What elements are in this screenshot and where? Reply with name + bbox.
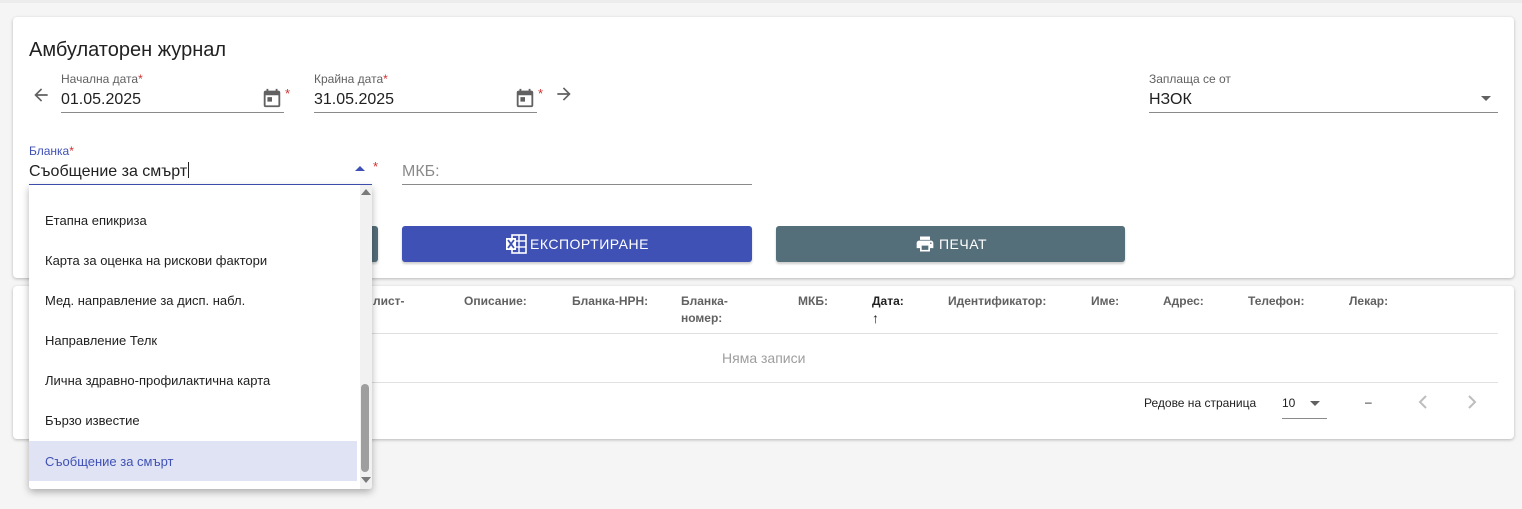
option-telk-referral[interactable]: Направление Телк xyxy=(29,320,357,360)
column-header[interactable]: МКБ: xyxy=(798,293,828,310)
excel-icon xyxy=(506,234,527,254)
table-divider xyxy=(372,333,1498,334)
page-range: – xyxy=(1365,395,1372,409)
scroll-up-icon[interactable] xyxy=(361,189,371,195)
option-stage-epicrisis[interactable]: Етапна епикриза xyxy=(29,200,357,240)
column-header[interactable]: Описание: xyxy=(464,293,527,310)
required-marker: * xyxy=(538,86,544,101)
payer-label: Заплаща се от xyxy=(1149,72,1231,86)
column-header-date[interactable]: Дата: ↑ xyxy=(872,293,904,327)
start-date-field[interactable]: Начална дата* 01.05.2025 xyxy=(61,72,284,114)
calendar-icon[interactable] xyxy=(514,87,536,109)
empty-state: Няма записи xyxy=(722,350,806,366)
required-marker: * xyxy=(373,159,379,174)
option-prophylactic-card[interactable]: Лична здравно-профилактична карта xyxy=(29,360,357,400)
mkb-field[interactable]: МКБ: xyxy=(402,160,752,186)
start-date-label: Начална дата xyxy=(61,72,139,86)
option-death-notice[interactable]: Съобщение за смърт xyxy=(29,441,357,481)
end-date-label: Крайна дата xyxy=(314,72,384,86)
payer-value: НЗОК xyxy=(1149,91,1192,108)
chevron-left-icon[interactable] xyxy=(1415,391,1431,419)
column-header[interactable]: Име: xyxy=(1091,293,1119,310)
export-button[interactable]: ЕКСПОРТИРАНЕ xyxy=(402,226,752,262)
form-options-list: Етапна епикриза Карта за оценка на риско… xyxy=(29,185,372,489)
chevron-up-icon[interactable] xyxy=(355,166,365,171)
calendar-icon[interactable] xyxy=(261,87,283,109)
page-title: Амбулаторен журнал xyxy=(29,39,227,61)
form-select[interactable]: Бланка* Съобщение за смърт xyxy=(29,144,372,186)
export-label: ЕКСПОРТИРАНЕ xyxy=(530,236,649,252)
payer-select[interactable]: Заплаща се от НЗОК xyxy=(1149,72,1498,114)
chevron-right-icon[interactable] xyxy=(1464,391,1480,419)
text-cursor xyxy=(188,162,190,178)
sort-arrow-up-icon: ↑ xyxy=(872,310,879,326)
column-header[interactable]: Лекар: xyxy=(1349,293,1388,310)
chevron-down-icon[interactable] xyxy=(1310,401,1320,406)
arrow-left-icon[interactable] xyxy=(31,85,51,109)
column-header[interactable]: Бланка-НРН: xyxy=(572,293,648,310)
print-label: ПЕЧАТ xyxy=(938,236,988,252)
start-date-value[interactable]: 01.05.2025 xyxy=(61,91,141,109)
option-risk-factors-card[interactable]: Карта за оценка на рискови фактори xyxy=(29,240,357,280)
required-marker: * xyxy=(285,86,291,101)
rows-per-page-select[interactable]: 10 xyxy=(1282,396,1295,410)
rows-per-page-label: Редове на страница xyxy=(1144,396,1257,410)
table-divider xyxy=(372,382,1498,383)
chevron-down-icon[interactable] xyxy=(1481,96,1491,101)
arrow-right-icon[interactable] xyxy=(554,84,574,108)
mkb-placeholder[interactable]: МКБ: xyxy=(402,163,440,181)
column-header[interactable]: лист- xyxy=(373,293,405,310)
end-date-field[interactable]: Крайна дата* 31.05.2025 xyxy=(314,72,537,114)
column-header[interactable]: Телефон: xyxy=(1248,293,1304,310)
option-dispensary-referral[interactable]: Мед. направление за дисп. набл. xyxy=(29,280,357,320)
end-date-value[interactable]: 31.05.2025 xyxy=(314,91,394,109)
top-divider xyxy=(0,0,1522,3)
scroll-down-icon[interactable] xyxy=(361,477,371,483)
column-header[interactable]: Идентификатор: xyxy=(948,293,1046,310)
option-quick-notice[interactable]: Бързо известие xyxy=(29,400,357,440)
column-header[interactable]: Бланка-номер: xyxy=(681,293,728,327)
column-header[interactable]: Адрес: xyxy=(1163,293,1204,310)
form-value[interactable]: Съобщение за смърт xyxy=(29,163,187,180)
scrollbar-thumb[interactable] xyxy=(361,384,369,472)
printer-icon xyxy=(916,236,934,252)
print-button[interactable]: ПЕЧАТ xyxy=(776,226,1125,262)
form-label: Бланка xyxy=(29,144,70,158)
